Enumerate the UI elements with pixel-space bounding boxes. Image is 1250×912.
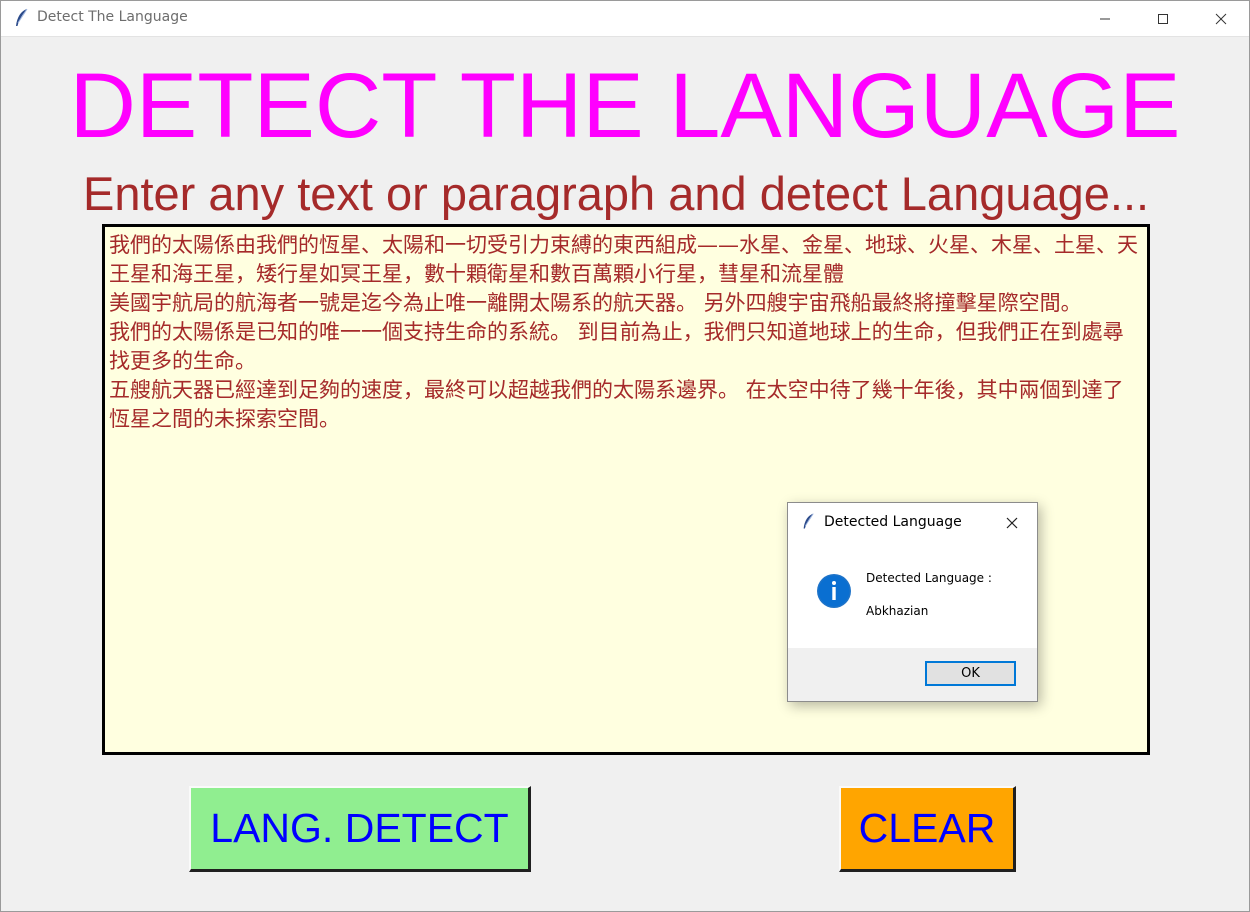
- maximize-icon: [1158, 13, 1168, 24]
- dialog-title: Detected Language: [824, 514, 962, 530]
- title-bar: Detect The Language: [1, 1, 1249, 37]
- minimize-icon: [1100, 18, 1110, 19]
- close-icon: [1006, 517, 1018, 529]
- dialog-message-label: Detected Language :: [866, 571, 992, 585]
- lang-detect-button[interactable]: LANG. DETECT: [189, 786, 531, 872]
- app-window: Detect The Language DETECT THE LANGUAGE …: [0, 0, 1250, 912]
- minimize-button[interactable]: [1076, 1, 1134, 36]
- app-heading: DETECT THE LANGUAGE: [69, 55, 1181, 157]
- close-icon: [1215, 13, 1227, 24]
- dialog-title-bar: Detected Language: [788, 503, 1037, 541]
- maximize-button[interactable]: [1134, 1, 1192, 36]
- close-button[interactable]: [1192, 1, 1250, 36]
- window-title: Detect The Language: [37, 9, 188, 25]
- ok-button[interactable]: OK: [925, 661, 1016, 686]
- detected-language-dialog: Detected Language Detected Language : Ab…: [787, 502, 1038, 702]
- dialog-message-value: Abkhazian: [866, 604, 929, 618]
- feather-icon: [13, 8, 29, 28]
- dialog-close-button[interactable]: [1002, 513, 1022, 533]
- clear-button[interactable]: CLEAR: [839, 786, 1016, 872]
- app-subheading: Enter any text or paragraph and detect L…: [83, 167, 1150, 220]
- info-icon: [816, 573, 852, 609]
- feather-icon: [801, 512, 815, 531]
